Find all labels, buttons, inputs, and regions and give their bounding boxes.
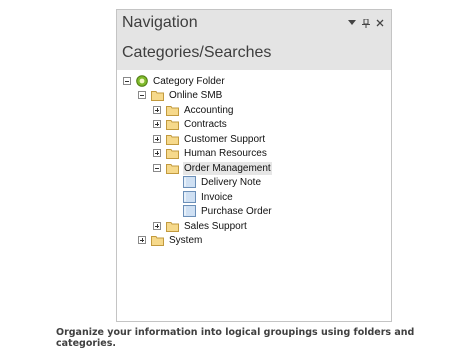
tree-node-invoice[interactable]: Invoice [183, 190, 234, 204]
close-icon[interactable] [375, 18, 385, 28]
expand-toggle[interactable] [138, 236, 146, 244]
expand-toggle[interactable] [153, 149, 161, 157]
category-root-icon [136, 75, 148, 87]
expand-toggle[interactable] [153, 106, 161, 114]
expand-toggle[interactable] [153, 135, 161, 143]
tree-node-delivery-note[interactable]: Delivery Note [183, 175, 262, 189]
document-icon [183, 191, 196, 203]
tree-node-label: System [169, 234, 203, 246]
collapse-toggle[interactable] [123, 77, 131, 85]
tree-node-label: Order Management [183, 161, 272, 175]
tree-node-system[interactable]: System [138, 233, 203, 247]
tree-node-label: Category Folder [153, 75, 225, 87]
collapse-toggle[interactable] [138, 91, 146, 99]
panel-header-buttons [347, 18, 385, 28]
tree-node-label: Customer Support [184, 133, 266, 145]
document-icon [183, 205, 196, 217]
tree-node-label: Accounting [184, 104, 234, 116]
tree-node-purchase-order[interactable]: Purchase Order [183, 204, 273, 218]
folder-icon [166, 119, 179, 130]
panel-header: Navigation Categories/Searches [117, 10, 391, 70]
chevron-down-icon[interactable] [347, 18, 357, 28]
folder-icon [151, 235, 164, 246]
folder-icon [166, 148, 179, 159]
document-icon [183, 176, 196, 188]
folder-icon [151, 90, 164, 101]
tree-node-label: Invoice [201, 191, 233, 203]
tree-node-order-management[interactable]: Order Management [153, 161, 272, 175]
tree-node-label: Delivery Note [201, 176, 262, 188]
tree-node-label: Human Resources [184, 147, 267, 159]
collapse-toggle[interactable] [153, 164, 161, 172]
expand-toggle[interactable] [153, 222, 161, 230]
tree-node-customer-support[interactable]: Customer Support [153, 132, 266, 146]
tree-node-label: Contracts [184, 118, 227, 130]
folder-icon [166, 105, 179, 116]
folder-icon [166, 221, 179, 232]
navigation-panel: Navigation Categories/Searches Category … [116, 9, 392, 322]
tree-node-online-smb[interactable]: Online SMB [138, 88, 223, 102]
tree-node-category-folder[interactable]: Category Folder [123, 74, 226, 88]
screenshot-caption: Organize your information into logical g… [56, 327, 415, 349]
tree-node-label: Purchase Order [201, 205, 272, 217]
category-tree: Category Folder Online SMB Accounting Co… [117, 70, 391, 321]
tree-node-human-resources[interactable]: Human Resources [153, 146, 268, 160]
tree-node-contracts[interactable]: Contracts [153, 117, 228, 131]
folder-icon [166, 163, 179, 174]
tree-node-sales-support[interactable]: Sales Support [153, 219, 248, 233]
tree-node-label: Sales Support [184, 220, 247, 232]
folder-icon [166, 134, 179, 145]
pin-icon[interactable] [361, 18, 371, 28]
tree-node-accounting[interactable]: Accounting [153, 103, 234, 117]
tree-node-label: Online SMB [169, 89, 223, 101]
expand-toggle[interactable] [153, 120, 161, 128]
section-title: Categories/Searches [122, 44, 272, 61]
panel-title: Navigation [122, 14, 198, 31]
